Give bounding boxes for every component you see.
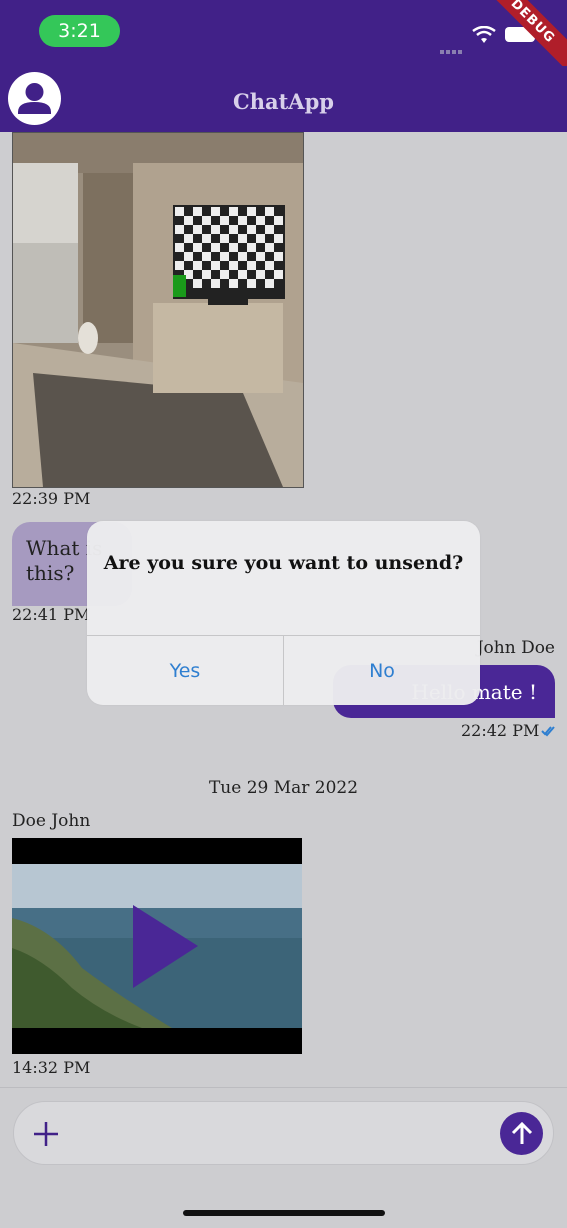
dialog-actions: Yes No — [87, 635, 480, 705]
image-message[interactable] — [12, 132, 304, 488]
yes-button[interactable]: Yes — [87, 636, 284, 705]
app-bar: ChatApp — [0, 66, 567, 132]
room-photo — [13, 133, 303, 487]
video-message[interactable] — [12, 838, 302, 1054]
message-input[interactable] — [13, 1101, 554, 1165]
plus-icon[interactable] — [32, 1120, 60, 1148]
sender-name: John Doe — [476, 638, 555, 658]
arrow-up-icon — [511, 1121, 532, 1144]
status-bar: 3:21 DEBUG — [0, 0, 567, 72]
send-button[interactable] — [500, 1112, 543, 1155]
no-button[interactable]: No — [284, 636, 480, 705]
double-check-icon — [541, 726, 555, 737]
composer-area — [0, 1087, 567, 1228]
message-time: 14:32 PM — [12, 1058, 91, 1077]
sender-name: Doe John — [12, 811, 91, 831]
app-title: ChatApp — [233, 88, 334, 114]
message-time: 22:41 PM — [12, 605, 91, 624]
message-time: 22:42 PM — [461, 721, 540, 740]
status-time: 3:21 — [39, 15, 120, 47]
unsend-dialog: Are you sure you want to unsend? Yes No — [87, 521, 480, 705]
wifi-icon — [472, 26, 496, 43]
video-thumbnail — [12, 838, 302, 1054]
date-separator: Tue 29 Mar 2022 — [208, 778, 359, 798]
home-indicator — [183, 1210, 385, 1216]
message-time: 22:39 PM — [12, 489, 91, 508]
signal-icon — [440, 39, 464, 54]
dialog-title: Are you sure you want to unsend? — [103, 552, 464, 574]
